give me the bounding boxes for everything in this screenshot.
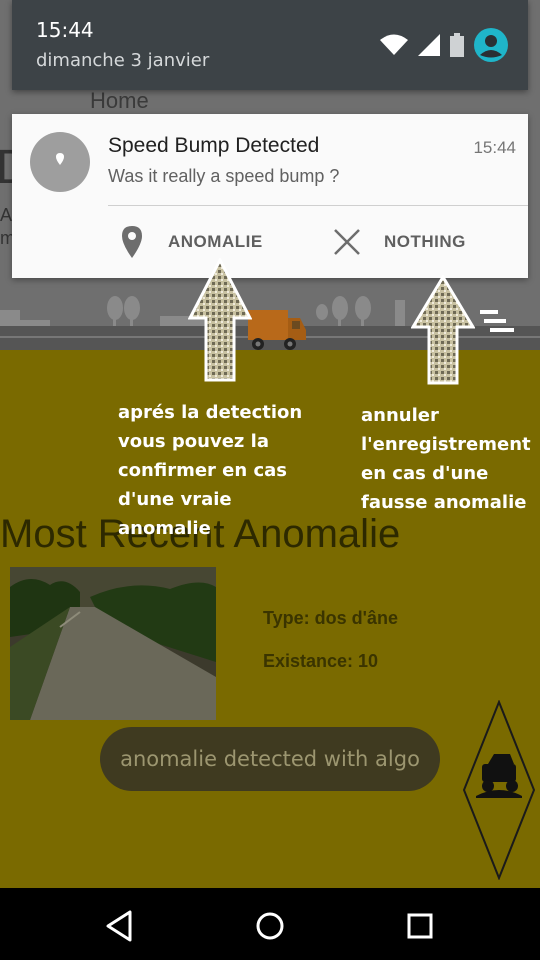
nothing-label: NOTHING: [384, 232, 466, 251]
notification-title: Speed Bump Detected: [108, 134, 320, 157]
shade-time: 15:44: [36, 18, 94, 42]
anomaly-existance: Existance: 10: [263, 651, 379, 671]
anomalie-label: ANOMALIE: [168, 232, 263, 251]
notification-card[interactable]: Speed Bump Detected 15:44 Was it really …: [12, 114, 528, 278]
close-icon: [334, 229, 360, 255]
battery-icon: [450, 33, 464, 57]
arrow-up-icon: [188, 258, 252, 382]
toast-message: anomalie detected with algo: [100, 727, 440, 791]
location-icon: [56, 153, 64, 165]
location-pin-icon: [122, 226, 142, 258]
notification-shade-header[interactable]: 15:44 dimanche 3 janvier: [12, 0, 528, 90]
navigation-bar: [0, 888, 540, 960]
app-icon: [30, 132, 90, 192]
recent-apps-icon[interactable]: [400, 906, 440, 946]
home-icon[interactable]: [250, 906, 290, 946]
signal-icon: [418, 34, 440, 56]
notification-time: 15:44: [473, 138, 516, 157]
nothing-button[interactable]: NOTHING: [332, 212, 466, 272]
wifi-icon: [380, 34, 408, 55]
notification-text: Was it really a speed bump ?: [108, 166, 340, 186]
annotation-cancel: annuler l'enregistrement en cas d'une fa…: [361, 405, 531, 513]
status-icons: [380, 28, 508, 62]
arrow-up-icon: [411, 275, 475, 385]
menu-lines-icon[interactable]: [478, 308, 516, 334]
anomaly-type: Type: dos d'âne: [263, 608, 398, 628]
back-icon[interactable]: [100, 906, 140, 946]
home-label[interactable]: Home: [90, 88, 149, 114]
shade-date: dimanche 3 janvier: [36, 50, 210, 71]
annotation-confirm: aprés la detection vous pouvez la confir…: [118, 402, 303, 539]
app-text-partial: A: [0, 205, 13, 225]
account-icon[interactable]: [474, 28, 508, 62]
divider: [108, 205, 528, 206]
bump-warning-sign-icon: [462, 700, 536, 880]
anomaly-photo[interactable]: [10, 567, 216, 720]
